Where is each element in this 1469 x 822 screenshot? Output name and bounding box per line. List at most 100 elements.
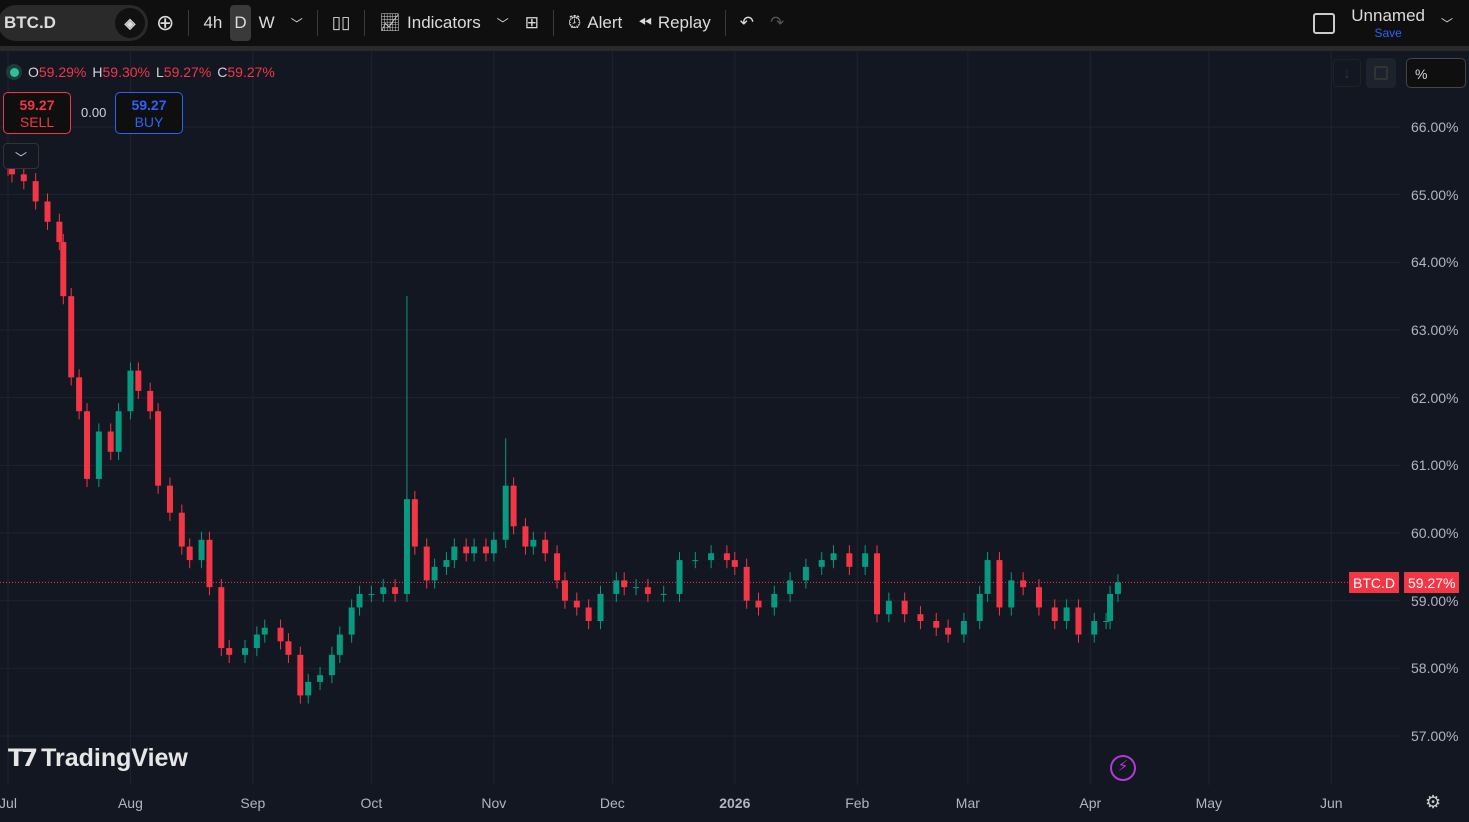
scroll-down-button[interactable]: ↓ [1333,59,1361,87]
candle-body [253,634,260,649]
layout-dropdown[interactable]: ﹀ [1433,5,1461,41]
candle-body [305,681,312,696]
candle-body [1035,587,1042,608]
candle-body [787,580,794,594]
candle-body [613,580,620,594]
tradingview-logo[interactable]: 𝗧𝟳 TradingView [8,744,188,773]
replay-button[interactable]: ⏪︎ Replay [630,5,719,41]
candle-body [431,566,438,581]
indicators-icon: 📈︎ [379,13,402,32]
save-link[interactable]: Save [1374,26,1401,40]
layout-name: Unnamed [1351,6,1425,25]
x-tick-label: Nov [481,795,507,811]
sell-button[interactable]: 59.27 SELL [3,92,71,134]
candle-body [585,607,592,621]
candle-body [522,526,529,547]
x-tick-label: May [1195,795,1223,811]
x-tick-label: Aug [117,795,143,811]
spread-value: 0.00 [81,105,107,120]
candle-body [317,675,324,682]
candle-body [1051,607,1058,621]
candle-body [155,411,162,486]
candle-body [542,539,549,554]
candle-body [127,370,134,412]
x-tick-label: Jun [1319,795,1343,811]
indicators-button[interactable]: 📈︎ Indicators [371,5,488,41]
grid-icon: ⊞ [524,13,539,32]
plus-circle-icon: ⊕ [156,10,175,35]
undo-button[interactable]: ↶ [732,5,762,41]
candle-body [984,560,991,594]
ohlc-high: H59.30% [92,64,150,80]
fullscreen-button[interactable] [1366,58,1396,88]
candle-body [633,587,640,589]
chart-type-button[interactable]: ▯▯ [324,5,359,41]
candle-body [115,411,122,452]
candle-body [336,634,343,655]
candle-body [692,560,699,562]
candle-body [443,560,450,567]
candle-body [802,566,809,581]
candle-body [1107,593,1114,621]
candle-body [285,641,292,655]
candle-body [510,485,517,527]
candle-body [1091,620,1098,635]
y-tick-label: 63.00% [1411,322,1459,338]
candle-body [561,580,568,601]
interval-d[interactable]: D [230,5,251,41]
lightning-icon[interactable]: ⚡︎ [1110,755,1136,781]
candle-body [530,539,537,547]
ohlc-low: L59.27% [155,64,212,80]
candle-body [451,546,458,561]
y-tick-label: 66.00% [1411,119,1459,135]
candle-body [135,370,142,391]
candle-body [392,587,399,594]
x-tick-label: Feb [845,795,870,811]
layout-name-button[interactable]: Unnamed Save [1343,5,1433,41]
candle-body [976,593,983,621]
layout-toggle[interactable] [1305,5,1343,41]
y-tick-label: 59.00% [1411,592,1459,609]
candle-body [328,654,335,676]
settings-gear-icon[interactable]: ⚙ [1425,792,1441,813]
buy-button[interactable]: 59.27 BUY [115,92,183,134]
candle-body [242,648,248,655]
candle-body [348,607,355,635]
redo-button[interactable]: ↷ [762,5,792,41]
diamond-icon[interactable]: ◈ [115,8,145,38]
fullscreen-icon [1374,66,1388,80]
price-chart[interactable] [0,51,1469,822]
indicators-label: Indicators [407,13,481,32]
alert-button[interactable]: ⏰︎ Alert [560,5,630,41]
interval-dropdown[interactable]: ﹀ [283,5,311,41]
candle-body [218,587,225,649]
candle-body [1103,620,1110,622]
scale-mode-input[interactable]: % [1406,58,1466,88]
candle-body [755,600,762,608]
symbol-price-tag: BTC.D [1349,572,1399,593]
tv-logo-icon: 𝗧𝟳 [8,745,38,772]
candle-body [917,614,924,621]
alarm-icon: ⏰︎ [567,13,582,32]
symbol-search[interactable]: BTC.D ◈ [0,5,148,41]
candle-body [60,242,67,297]
divider [316,10,318,36]
last-price-tag: 59.27% [1404,572,1460,593]
sell-label: SELL [19,114,55,130]
candle-body [226,648,233,655]
candle-body [76,377,83,412]
compare-symbol-button[interactable]: ⊕ [148,5,182,41]
interval-4h[interactable]: 4h [195,5,230,41]
collapse-legend-button[interactable]: ﹀ [3,143,39,169]
symbol-name: BTC.D [4,13,56,32]
y-tick-label: 57.00% [1411,728,1459,745]
candles-icon: ▯▯ [331,13,351,32]
candle-body [68,296,75,378]
x-tick-label: Dec [599,795,625,811]
interval-w[interactable]: W [251,5,283,41]
x-tick-label: Jul [0,795,17,811]
templates-button[interactable]: ⊞ [517,5,547,41]
indicators-dropdown[interactable]: ﹀ [489,5,517,41]
candle-body [403,499,410,594]
candle-body [830,553,837,561]
